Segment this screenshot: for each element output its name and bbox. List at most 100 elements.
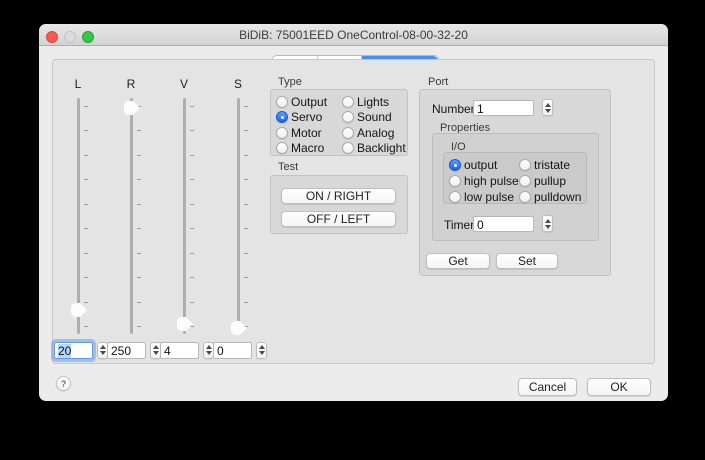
slider-tick [190,277,194,278]
io-radio-pullup[interactable]: pullup [519,175,566,188]
slider-value-field-v[interactable]: 4 [160,342,199,359]
io-radio-tristate[interactable]: tristate [519,159,570,172]
slider-tick [190,228,194,229]
slider-tick [137,155,141,156]
stepper-down-icon [545,109,551,113]
radio-label: Sound [357,110,392,124]
type-radio-backlight[interactable]: Backlight [342,142,406,155]
slider-spin-group-v: 4 [160,341,214,359]
slider-track-v[interactable] [183,98,186,334]
timer-stepper[interactable] [542,215,553,232]
io-radio-low-pulse[interactable]: low pulse [449,191,514,204]
slider-tick [137,326,141,327]
radio-circle-icon [342,96,354,108]
stepper-up-icon [545,219,551,223]
slider-tick [244,155,248,156]
radio-circle-icon [276,142,288,154]
radio-label: Macro [291,141,324,155]
radio-circle-icon [342,142,354,154]
type-radio-servo[interactable]: Servo [276,111,322,124]
port-number-stepper[interactable] [542,99,553,116]
io-radio-output[interactable]: output [449,159,497,172]
stepper-up-icon [153,345,159,349]
slider-value-field-l[interactable]: 20 [54,342,93,359]
slider-tick [190,106,194,107]
get-button[interactable]: Get [426,253,490,269]
slider-thumb-v[interactable] [177,317,193,331]
slider-tick [84,204,88,205]
slider-thumb-l[interactable] [71,303,87,317]
stepper-up-icon [206,345,212,349]
slider-tick [84,326,88,327]
slider-stepper-s[interactable] [256,342,267,359]
slider-tick [244,302,248,303]
slider-tick [84,155,88,156]
type-radio-macro[interactable]: Macro [276,142,324,155]
cancel-button[interactable]: Cancel [518,378,577,396]
slider-label-r: R [116,77,146,91]
radio-label: Servo [291,110,322,124]
slider-tick [84,302,88,303]
radio-label: high pulse [464,174,519,188]
radio-circle-icon [449,175,461,187]
slider-tick [137,277,141,278]
field-text: 250 [111,344,131,358]
slider-track-s[interactable] [237,98,240,334]
field-text: 20 [58,344,71,358]
slider-tick [137,228,141,229]
radio-circle-icon [342,111,354,123]
slider-tick [244,179,248,180]
timer-field[interactable]: 0 [473,216,534,232]
port-group-label: Port [428,76,448,88]
slider-tick [84,130,88,131]
field-text: 4 [164,344,171,358]
radio-label: Backlight [357,141,406,155]
io-radio-pulldown[interactable]: pulldown [519,191,581,204]
radio-circle-icon [449,159,461,171]
ok-button[interactable]: OK [587,378,651,396]
test-group-label: Test [278,161,298,173]
stepper-down-icon [153,351,159,355]
type-radio-motor[interactable]: Motor [276,126,322,139]
slider-value-field-r[interactable]: 250 [107,342,146,359]
stepper-up-icon [259,345,265,349]
slider-tick [190,130,194,131]
slider-tick [190,155,194,156]
window-title: BiDiB: 75001EED OneControl-08-00-32-20 [39,24,668,45]
slider-tick [244,277,248,278]
dialog-window: BiDiB: 75001EED OneControl-08-00-32-20 I… [39,24,668,401]
slider-tick [137,130,141,131]
slider-label-v: V [169,77,199,91]
slider-tick [244,204,248,205]
test-on-right-button[interactable]: ON / RIGHT [281,188,396,204]
type-radio-lights[interactable]: Lights [342,95,389,108]
slider-tick [244,130,248,131]
type-radio-sound[interactable]: Sound [342,111,392,124]
timer-label: Timer [444,218,474,232]
radio-circle-icon [449,191,461,203]
set-button[interactable]: Set [496,253,558,269]
radio-circle-icon [519,191,531,203]
type-radio-analog[interactable]: Analog [342,126,394,139]
stepper-up-icon [545,103,551,107]
port-setup-panel: L20R250V4S0 Type Test ON / RIGHT OFF / L… [52,59,655,364]
slider-tick [137,179,141,180]
slider-track-l[interactable] [77,98,80,334]
radio-label: output [464,158,497,172]
radio-label: Analog [357,126,394,140]
slider-value-field-s[interactable]: 0 [213,342,252,359]
slider-tick [84,106,88,107]
type-radio-output[interactable]: Output [276,95,327,108]
io-radio-high-pulse[interactable]: high pulse [449,175,519,188]
test-off-left-button[interactable]: OFF / LEFT [281,211,396,227]
slider-track-r[interactable] [130,98,133,334]
title-bar: BiDiB: 75001EED OneControl-08-00-32-20 [39,24,668,46]
field-text: 0 [217,344,224,358]
slider-thumb-r[interactable] [124,101,140,115]
slider-spin-group-l: 20 [54,341,108,359]
radio-label: Motor [291,126,322,140]
port-number-field[interactable]: 1 [473,100,534,116]
help-button[interactable]: ? [56,376,71,391]
slider-thumb-s[interactable] [231,321,247,335]
radio-label: pullup [534,174,566,188]
